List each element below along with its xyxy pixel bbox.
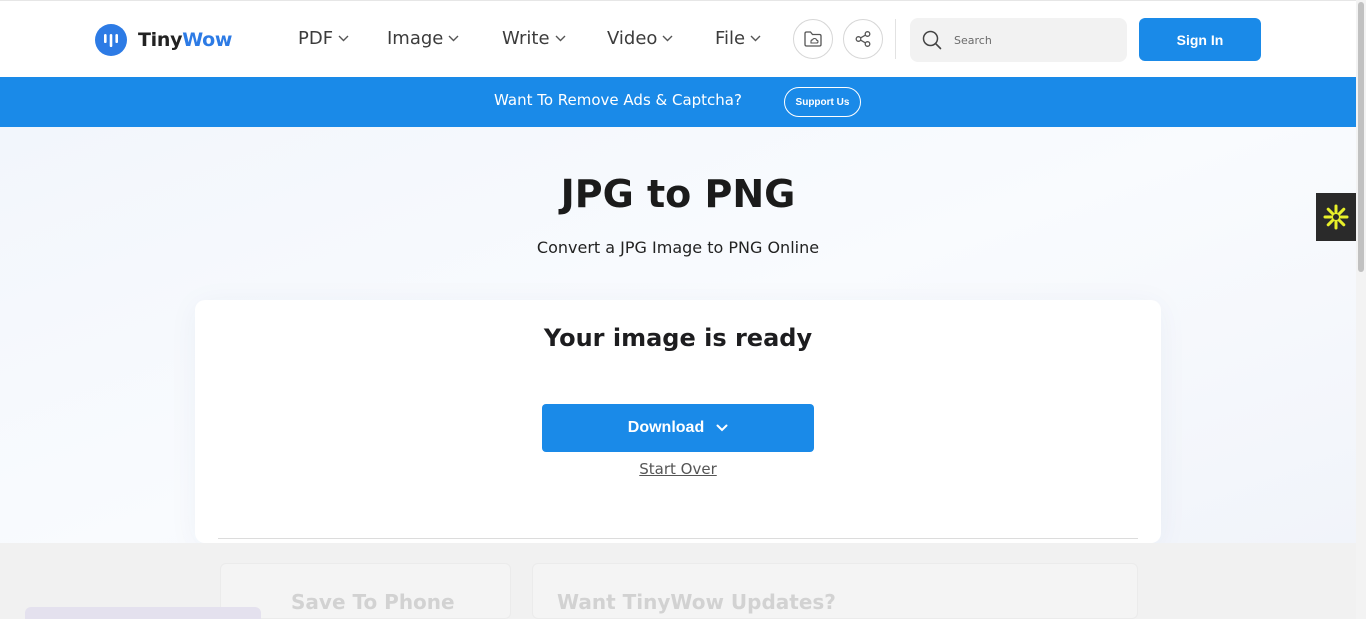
scrollbar-thumb[interactable] bbox=[1358, 2, 1364, 272]
support-us-button[interactable]: Support Us bbox=[784, 87, 861, 117]
search-input[interactable] bbox=[954, 34, 1104, 47]
nav-write-label: Write bbox=[502, 28, 550, 49]
chevron-down-icon bbox=[338, 35, 349, 42]
my-files-button[interactable] bbox=[793, 19, 833, 59]
share-icon bbox=[854, 30, 872, 48]
nav-video[interactable]: Video bbox=[607, 28, 673, 49]
logo-text-tiny: Tiny bbox=[138, 29, 182, 51]
nav-pdf-label: PDF bbox=[298, 28, 333, 49]
logo[interactable]: TinyWow bbox=[95, 24, 232, 56]
nav-write[interactable]: Write bbox=[502, 28, 566, 49]
nav-image-label: Image bbox=[387, 28, 443, 49]
side-widget[interactable] bbox=[1316, 193, 1356, 241]
scrollbar[interactable] bbox=[1356, 0, 1366, 619]
page-subtitle: Convert a JPG Image to PNG Online bbox=[0, 238, 1356, 257]
page-title: JPG to PNG bbox=[0, 172, 1356, 216]
result-card: Your image is ready Download Start Over bbox=[195, 300, 1161, 543]
search-icon bbox=[922, 30, 942, 50]
sign-in-button[interactable]: Sign In bbox=[1139, 18, 1261, 61]
nav-file-label: File bbox=[715, 28, 745, 49]
chevron-down-icon bbox=[448, 35, 459, 42]
logo-text-wow: Wow bbox=[182, 29, 232, 51]
chevron-down-icon bbox=[555, 35, 566, 42]
share-button[interactable] bbox=[843, 19, 883, 59]
promo-banner: Want To Remove Ads & Captcha? Support Us bbox=[0, 77, 1356, 127]
nav-file[interactable]: File bbox=[715, 28, 761, 49]
chevron-down-icon bbox=[716, 424, 728, 432]
save-to-phone-box[interactable]: Save To Phone bbox=[220, 563, 511, 619]
header-divider bbox=[895, 19, 896, 59]
folder-cloud-icon bbox=[803, 30, 823, 48]
nav-image[interactable]: Image bbox=[387, 28, 459, 49]
updates-label: Want TinyWow Updates? bbox=[557, 590, 836, 614]
start-over-link[interactable]: Start Over bbox=[195, 460, 1161, 478]
card-divider bbox=[218, 538, 1138, 539]
banner-text: Want To Remove Ads & Captcha? bbox=[494, 91, 742, 109]
nav-pdf[interactable]: PDF bbox=[298, 28, 349, 49]
site-header: TinyWow PDF Image Write Video File bbox=[0, 0, 1356, 77]
logo-icon bbox=[95, 24, 127, 56]
search-box[interactable] bbox=[910, 18, 1127, 62]
chevron-down-icon bbox=[750, 35, 761, 42]
asterisk-icon bbox=[1322, 203, 1350, 231]
nav-video-label: Video bbox=[607, 28, 657, 49]
save-to-phone-label: Save To Phone bbox=[291, 590, 455, 614]
download-label: Download bbox=[628, 419, 704, 437]
chevron-down-icon bbox=[662, 35, 673, 42]
bottom-left-widget[interactable] bbox=[25, 607, 261, 619]
logo-text: TinyWow bbox=[138, 29, 232, 51]
download-button[interactable]: Download bbox=[542, 404, 814, 452]
result-heading: Your image is ready bbox=[195, 324, 1161, 352]
updates-box[interactable]: Want TinyWow Updates? bbox=[532, 563, 1138, 619]
